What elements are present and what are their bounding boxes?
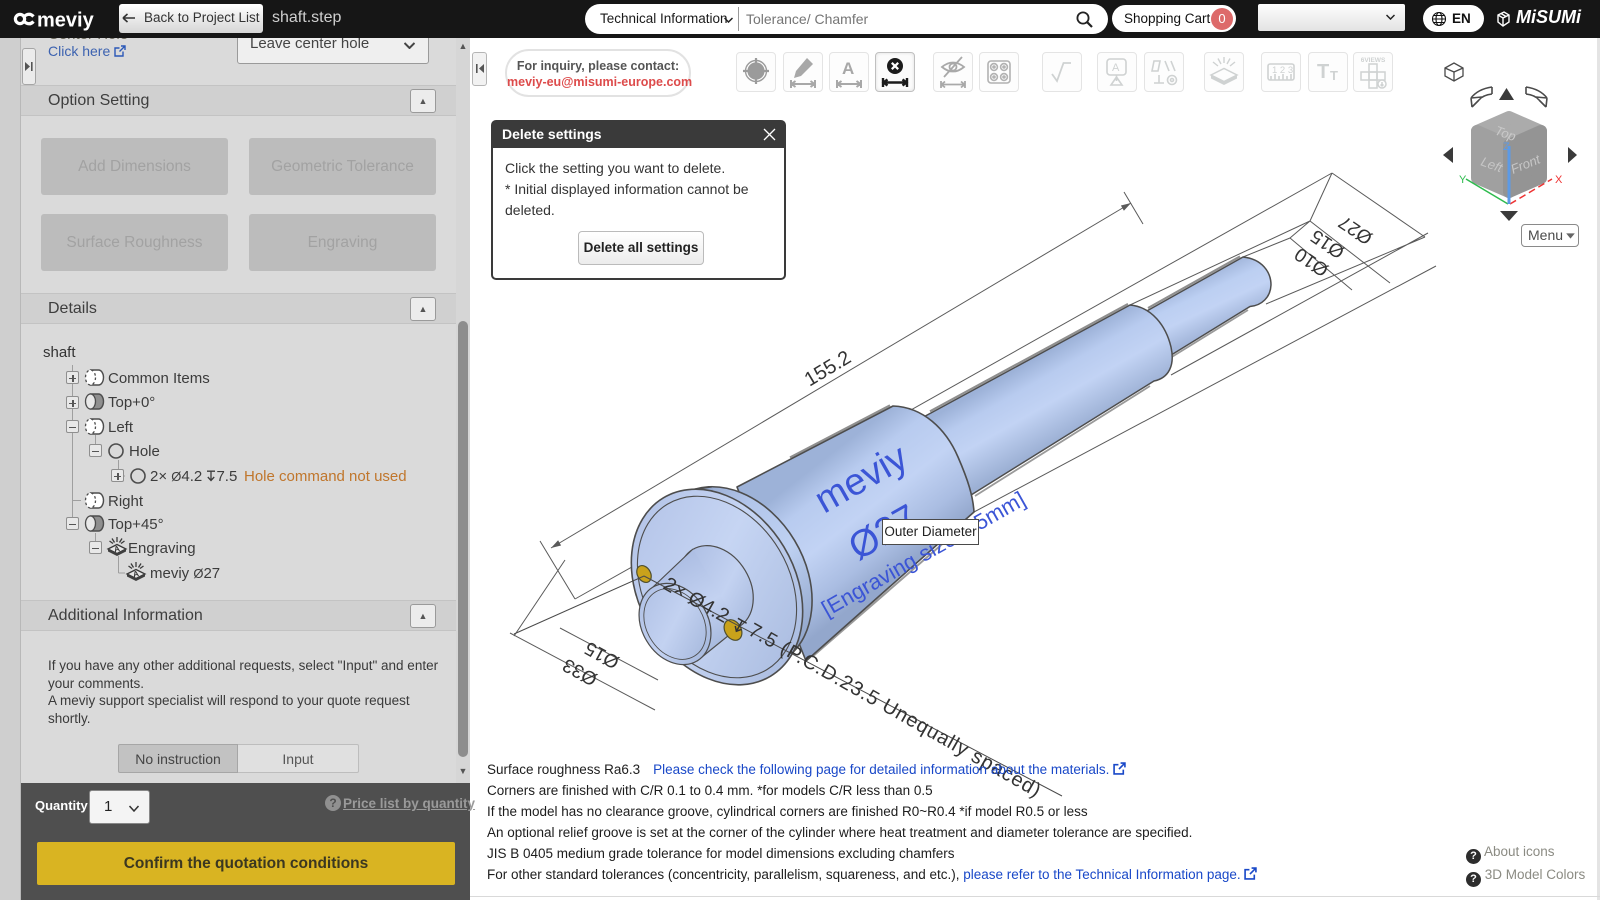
svg-text:meviy: meviy [37, 10, 95, 32]
svg-text:X: X [1555, 174, 1563, 186]
svg-text:Y: Y [1459, 174, 1467, 186]
svg-text:155.2: 155.2 [801, 347, 855, 392]
svg-text:Z: Z [1503, 141, 1510, 153]
